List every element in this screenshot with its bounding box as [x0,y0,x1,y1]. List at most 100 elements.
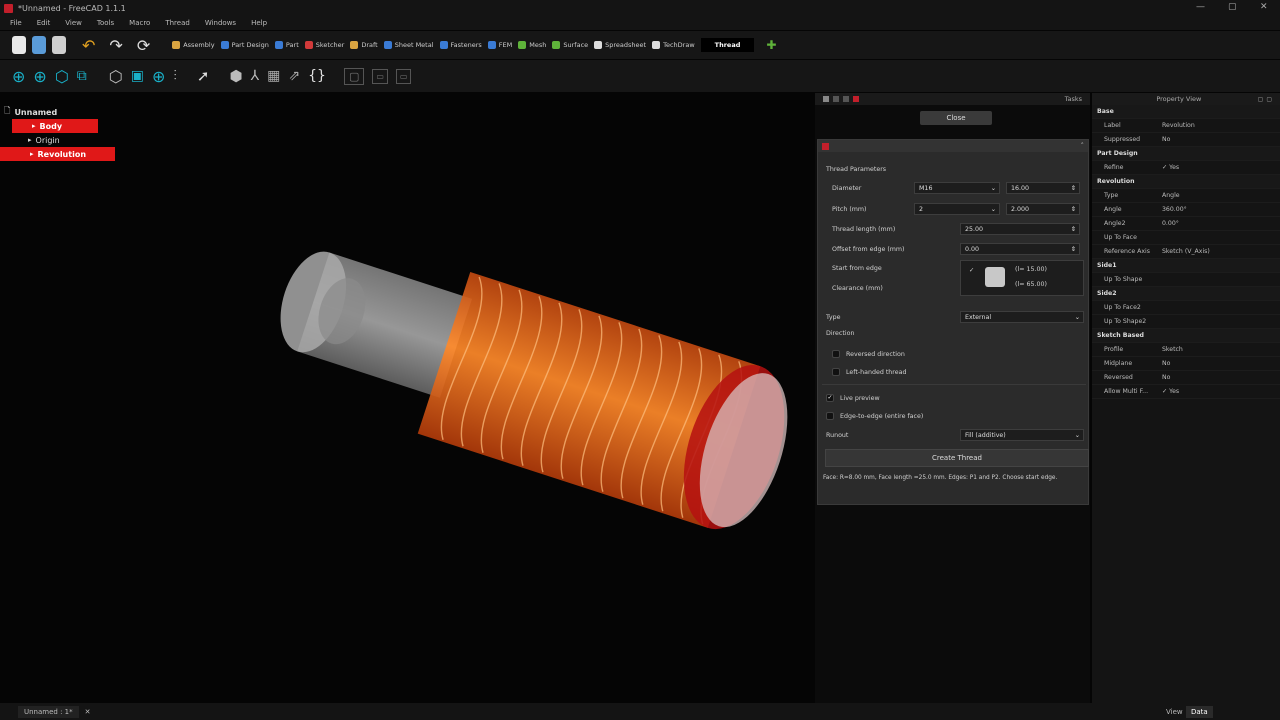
property-row[interactable]: Profile Sketch [1092,343,1280,357]
maximize-icon[interactable]: ▢ [1228,2,1237,12]
property-row[interactable]: Angle 360.00° [1092,203,1280,217]
property-group[interactable]: Base [1092,105,1280,119]
save-icon[interactable] [52,36,66,54]
edge2-length[interactable]: (l= 65.00) [1015,281,1047,288]
edge-list[interactable]: ✓ (l= 15.00) (l= 65.00) [960,260,1084,296]
property-row[interactable]: Type Angle [1092,189,1280,203]
property-row[interactable]: Suppressed No [1092,133,1280,147]
select-pointer-icon[interactable]: ➚ [197,67,210,85]
property-value[interactable]: 360.00° [1150,206,1280,213]
stereo-icon[interactable]: ⫶ [173,68,177,84]
workbench-sheet-metal[interactable]: Sheet Metal [383,41,434,49]
redo-icon[interactable]: ↷ [109,36,122,55]
expression-icon[interactable]: {} [308,68,326,84]
property-group[interactable]: Revolution [1092,175,1280,189]
workbench-assembly[interactable]: Assembly [172,41,215,49]
property-row[interactable]: Up To Face2 [1092,301,1280,315]
workbench-part[interactable]: Part [274,41,299,49]
property-value[interactable]: No [1150,136,1280,143]
view-icon[interactable] [823,96,829,102]
workbench-draft[interactable]: Draft [350,41,378,49]
property-value[interactable]: Revolution [1150,122,1280,129]
property-value[interactable]: Angle [1150,192,1280,199]
workbench-part-design[interactable]: Part Design [220,41,269,49]
workbench-fasteners[interactable]: Fasteners [439,41,482,49]
reversed-checkbox[interactable]: Reversed direction [832,350,905,358]
fit-selection-icon[interactable]: ⊕ [33,67,46,86]
property-value[interactable]: 0.00° [1150,220,1280,227]
menu-tools[interactable]: Tools [97,19,114,27]
view-tab[interactable]: View [1166,708,1183,716]
property-row[interactable]: Reversed No [1092,371,1280,385]
zoom-box-icon[interactable]: ⧉ [77,68,87,84]
property-row[interactable]: Up To Shape2 [1092,315,1280,329]
tree-document[interactable]: 🗋 Unnamed [0,105,115,119]
open-file-icon[interactable] [32,36,46,54]
tree-item-revolution[interactable]: ▸ Revolution [0,147,115,161]
property-value[interactable]: No [1150,360,1280,367]
workbench-mesh[interactable]: Mesh [518,41,546,49]
lefthand-checkbox[interactable]: Left-handed thread [832,368,906,376]
collapse-icon[interactable]: ˄ [1081,142,1085,150]
property-row[interactable]: Angle2 0.00° [1092,217,1280,231]
refresh-icon[interactable]: ⟳ [137,36,150,55]
menu-help[interactable]: Help [251,19,267,27]
float-icon[interactable]: ▢ [1258,96,1264,103]
close-icon[interactable]: ✕ [1260,2,1268,12]
live-preview-checkbox[interactable]: ✓ Live preview [826,394,880,402]
measure-icon[interactable]: ⊕ [152,67,165,86]
workbench-spreadsheet[interactable]: Spreadsheet [594,41,646,49]
property-row[interactable]: Midplane No [1092,357,1280,371]
pitch-preset-select[interactable]: 2 ⌄ [914,203,1000,215]
property-group[interactable]: Sketch Based [1092,329,1280,343]
menu-edit[interactable]: Edit [37,19,51,27]
property-row[interactable]: Up To Shape [1092,273,1280,287]
create-thread-button[interactable]: Create Thread [825,449,1089,467]
property-group[interactable]: Part Design [1092,147,1280,161]
macro-run-icon[interactable]: ▭ [395,68,412,84]
pitch-spinbox[interactable]: 2.000 ⇕ [1006,203,1080,215]
expand-icon[interactable]: ▸ [28,136,32,144]
property-value[interactable]: Sketch [1150,346,1280,353]
axis-icon[interactable]: ⅄ [251,68,260,84]
edge1-length[interactable]: (l= 15.00) [1015,266,1047,273]
expand-icon[interactable]: ▸ [30,150,34,158]
diameter-preset-select[interactable]: M16 ⌄ [914,182,1000,194]
menu-macro[interactable]: Macro [129,19,150,27]
workbench-fem[interactable]: FEM [487,41,512,49]
view-icon[interactable] [833,96,839,102]
runout-select[interactable]: Fill (additive) ⌄ [960,429,1084,441]
new-file-icon[interactable] [12,36,26,54]
property-value[interactable]: Sketch (V_Axis) [1150,248,1280,255]
fit-all-icon[interactable]: ⊕ [12,67,25,86]
property-group[interactable]: Side1 [1092,259,1280,273]
3d-viewport[interactable] [0,93,815,703]
minimize-icon[interactable]: — [1196,2,1205,12]
isometric-view-icon[interactable]: ⬡ [55,67,69,86]
folder-icon[interactable]: ▦ [267,68,280,84]
property-group[interactable]: Side2 [1092,287,1280,301]
property-row[interactable]: Up To Face [1092,231,1280,245]
property-value[interactable]: ✓ Yes [1150,164,1280,171]
workbench-sketcher[interactable]: Sketcher [304,41,344,49]
thread-length-spinbox[interactable]: 25.00 ⇕ [960,223,1080,235]
expand-icon[interactable]: ▸ [32,122,36,130]
property-row[interactable]: Allow Multi F... ✓ Yes [1092,385,1280,399]
tree-item-body[interactable]: ▸ Body [12,119,98,133]
close-button[interactable]: Close [920,111,992,125]
property-row[interactable]: Reference Axis Sketch (V_Axis) [1092,245,1280,259]
edge-to-edge-checkbox[interactable]: Edge-to-edge (entire face) [826,412,923,420]
menu-thread[interactable]: Thread [165,19,189,27]
add-workbench-icon[interactable]: ✚ [766,38,776,52]
workbench-surface[interactable]: Surface [552,41,588,49]
stop-icon[interactable] [853,96,859,102]
macro-stop-icon[interactable]: ▭ [372,68,388,84]
view-icon[interactable] [843,96,849,102]
menu-file[interactable]: File [10,19,22,27]
tree-item-origin[interactable]: ▸ Origin [0,133,115,147]
offset-spinbox[interactable]: 0.00 ⇕ [960,243,1080,255]
type-select[interactable]: External ⌄ [960,311,1084,323]
property-row[interactable]: Refine ✓ Yes [1092,161,1280,175]
undo-icon[interactable]: ↶ [82,36,95,55]
draw-style-icon[interactable]: ⬡ [109,67,123,86]
